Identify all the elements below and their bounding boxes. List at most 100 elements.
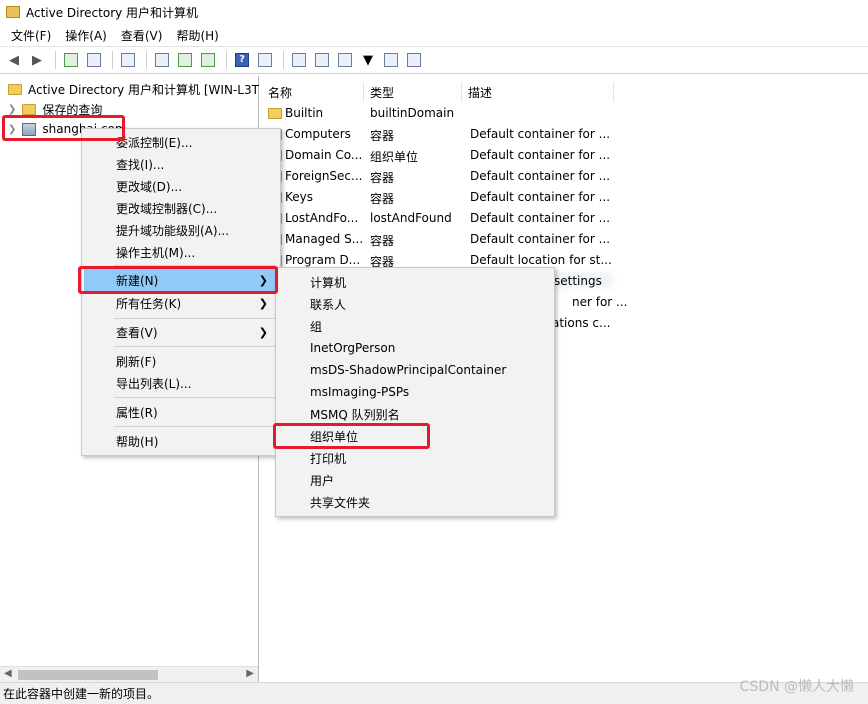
expand-chevron-icon[interactable]: ❯: [8, 104, 16, 115]
menu-file[interactable]: 文件(F): [4, 27, 58, 44]
toolbar-separator: [283, 51, 284, 69]
up-folder-icon[interactable]: [61, 50, 81, 70]
menu-help[interactable]: 帮助(H): [169, 27, 225, 44]
row-type: 容器: [370, 171, 395, 185]
row-name: Keys: [285, 190, 314, 204]
scroll-right-icon[interactable]: ▶: [246, 668, 254, 679]
menu-item-properties[interactable]: 属性(R): [84, 401, 278, 423]
submenu-item-group[interactable]: 组: [278, 315, 552, 337]
menu-separator: [114, 346, 276, 347]
tree-root[interactable]: Active Directory 用户和计算机 [WIN-L3T: [8, 79, 259, 99]
properties-icon[interactable]: [152, 50, 172, 70]
window-title: Active Directory 用户和计算机: [26, 5, 199, 20]
list-row[interactable]: Managed S... 容器 Default container for ...: [262, 229, 862, 250]
menu-item-label: 所有任务(K): [116, 296, 182, 311]
menu-item-label: 更改域控制器(C)...: [116, 201, 218, 216]
new-ou-icon[interactable]: [335, 50, 355, 70]
row-description: Default container for ...: [470, 232, 611, 246]
menu-separator: [114, 426, 276, 427]
forward-arrow-icon[interactable]: ▶: [27, 50, 47, 70]
menu-item-help[interactable]: 帮助(H): [84, 430, 278, 452]
scrollbar-thumb[interactable]: [18, 670, 158, 680]
menu-item-change-domain[interactable]: 更改域(D)...: [84, 175, 278, 197]
row-type: builtinDomain: [370, 106, 455, 120]
row-description: Default container for ...: [470, 127, 611, 141]
list-row[interactable]: Domain Co... 组织单位 Default container for ..…: [262, 145, 862, 166]
submenu-item-shared-folder[interactable]: 共享文件夹: [278, 491, 552, 513]
toolbar-separator: [146, 51, 147, 69]
row-description: Default location for st...: [470, 253, 612, 267]
help-icon[interactable]: ?: [232, 50, 252, 70]
menu-separator: [114, 397, 276, 398]
show-tree-icon[interactable]: [84, 50, 104, 70]
column-header-name[interactable]: 名称: [262, 82, 364, 102]
horizontal-scrollbar[interactable]: ◀ ▶: [0, 666, 258, 682]
find-icon[interactable]: [381, 50, 401, 70]
menu-item-label: 操作主机(M)...: [116, 245, 196, 260]
new-submenu: 计算机联系人组 InetOrgPerson msDS-ShadowPrincipal…: [275, 267, 555, 517]
menu-item-change-dc[interactable]: 更改域控制器(C)...: [84, 197, 278, 219]
submenu-item-inetorgperson[interactable]: InetOrgPerson: [278, 337, 552, 359]
list-row[interactable]: Keys 容器 Default container for ...: [262, 187, 862, 208]
filter-icon[interactable]: ▼: [358, 50, 378, 70]
row-type: 容器: [370, 192, 395, 206]
new-group-icon[interactable]: [312, 50, 332, 70]
menu-item-label: 帮助(H): [116, 434, 159, 449]
submenu-item-msimaging-psps[interactable]: msImaging-PSPs: [278, 381, 552, 403]
menu-item-raise-functional-level[interactable]: 提升域功能级别(A)...: [84, 219, 278, 241]
list-row[interactable]: Builtin builtinDomain: [262, 103, 862, 124]
action-pane-icon[interactable]: [255, 50, 275, 70]
tree-root-label: Active Directory 用户和计算机 [WIN-L3T: [28, 82, 259, 97]
export-icon[interactable]: [198, 50, 218, 70]
row-name: Managed S...: [285, 232, 364, 246]
menu-item-label: 计算机: [310, 275, 347, 290]
title-bar: Active Directory 用户和计算机: [0, 0, 868, 24]
submenu-item-printer[interactable]: 打印机: [278, 447, 552, 469]
submenu-chevron-icon: ❯: [258, 296, 268, 310]
toolbar-separator: [226, 51, 227, 69]
menu-item-label: 委派控制(E)...: [116, 135, 193, 150]
column-header-description[interactable]: 描述: [462, 82, 614, 102]
list-row[interactable]: ForeignSec... 容器 Default container for ...: [262, 166, 862, 187]
list-row[interactable]: Computers 容器 Default container for ...: [262, 124, 862, 145]
menu-item-label: 属性(R): [116, 405, 158, 420]
menu-action[interactable]: 操作(A): [58, 27, 114, 44]
submenu-item-msmq-queue-alias[interactable]: MSMQ 队列别名: [278, 403, 552, 425]
row-description: Default container for ...: [470, 211, 611, 225]
menu-view[interactable]: 查看(V): [114, 27, 170, 44]
row-name: ForeignSec...: [285, 169, 363, 183]
folder-icon: [22, 103, 37, 115]
menu-item-label: 更改域(D)...: [116, 179, 183, 194]
menu-item-label: 导出列表(L)...: [116, 376, 192, 391]
menu-item-operations-masters[interactable]: 操作主机(M)...: [84, 241, 278, 263]
row-type: lostAndFound: [370, 211, 452, 225]
submenu-item-user[interactable]: 用户: [278, 469, 552, 491]
annotation-box-domain: [2, 115, 125, 141]
menu-item-label: MSMQ 队列别名: [310, 407, 400, 422]
back-arrow-icon[interactable]: ◀: [4, 50, 24, 70]
submenu-item-contact[interactable]: 联系人: [278, 293, 552, 315]
partial-description: ations c...: [552, 316, 611, 330]
menu-item-label: 组: [310, 319, 323, 334]
column-header-type[interactable]: 类型: [364, 82, 462, 102]
submenu-chevron-icon: ❯: [258, 325, 268, 339]
menu-item-label: InetOrgPerson: [310, 341, 396, 355]
refresh-icon[interactable]: [175, 50, 195, 70]
menu-item-export-list[interactable]: 导出列表(L)...: [84, 372, 278, 394]
add-to-group-icon[interactable]: [404, 50, 424, 70]
row-name: Computers: [285, 127, 351, 141]
row-type: 容器: [370, 129, 395, 143]
row-description: Default container for ...: [470, 148, 611, 162]
submenu-item-msds-shadowprincipalcontainer[interactable]: msDS-ShadowPrincipalContainer: [278, 359, 552, 381]
submenu-item-computer[interactable]: 计算机: [278, 271, 552, 293]
menu-item-find[interactable]: 查找(I)...: [84, 153, 278, 175]
new-user-icon[interactable]: [289, 50, 309, 70]
row-name: Domain Co...: [285, 148, 363, 162]
row-type: 容器: [370, 234, 395, 248]
copy-icon[interactable]: [118, 50, 138, 70]
menu-item-view[interactable]: 查看(V) ❯: [84, 321, 278, 343]
list-row[interactable]: LostAndFo... lostAndFound Default containe…: [262, 208, 862, 229]
menu-item-all-tasks[interactable]: 所有任务(K) ❯: [84, 292, 278, 314]
menu-item-refresh[interactable]: 刷新(F): [84, 350, 278, 372]
scroll-left-icon[interactable]: ◀: [4, 668, 12, 679]
